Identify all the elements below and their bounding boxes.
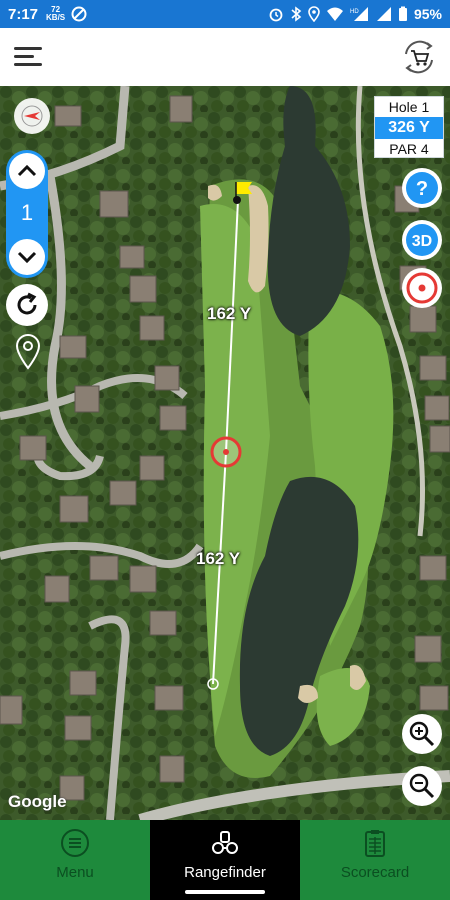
hole-par: PAR 4 (389, 141, 429, 157)
network-speed-unit: KB/S (46, 13, 66, 22)
current-hole-number: 1 (20, 200, 34, 225)
bottom-navigation: Menu Rangefinder Scorecard (0, 820, 450, 900)
nav-rangefinder-label: Rangefinder (184, 864, 266, 881)
3d-view-button[interactable]: 3D (402, 220, 442, 260)
nav-scorecard-label: Scorecard (340, 864, 410, 881)
menu-circle-icon (61, 829, 89, 857)
flag-pin-icon[interactable] (226, 180, 254, 206)
cart-sync-icon (405, 40, 433, 74)
rangefinder-icon (212, 831, 238, 854)
battery-icon (398, 6, 407, 21)
refresh-icon (17, 292, 37, 315)
target-icon (406, 272, 438, 304)
bluetooth-icon (291, 6, 302, 22)
distance-to-pin-label: 162 Y (207, 304, 252, 323)
my-location-button[interactable] (14, 334, 42, 370)
next-hole-button[interactable] (9, 153, 45, 189)
svg-text:3D: 3D (412, 233, 432, 250)
network-speed: 72 KB/S (46, 6, 65, 22)
location-icon (308, 6, 320, 22)
distance-to-target-label: 162 Y (196, 549, 241, 568)
hole-yardage: 326 Y (375, 117, 443, 139)
zoom-out-icon (409, 773, 435, 799)
google-attribution: Google (8, 792, 67, 811)
refresh-button[interactable] (6, 284, 48, 326)
help-button[interactable]: ? (402, 168, 442, 208)
alarm-icon (269, 8, 283, 22)
status-bar: 7:17 72 KB/S HD 95% (0, 0, 450, 28)
signal-icon (376, 7, 391, 21)
zoom-in-icon (409, 721, 435, 747)
battery-percent: 95% (413, 6, 442, 22)
chevron-up-icon (17, 164, 37, 177)
data-saver-icon (71, 6, 87, 22)
signal-hd-icon: HD (350, 7, 368, 21)
hamburger-menu-button[interactable] (12, 42, 46, 72)
nav-scorecard[interactable]: Scorecard (300, 820, 450, 900)
3d-icon: 3D (406, 224, 438, 256)
hole-label: Hole 1 (388, 99, 430, 115)
golf-app-screen: 7:17 72 KB/S HD 95% 162 Y 162 Y 1 Hole 1… (0, 0, 450, 900)
home-indicator[interactable] (185, 890, 265, 894)
chevron-down-icon (17, 251, 37, 264)
wifi-icon (326, 7, 343, 21)
aim-target-marker[interactable] (210, 436, 242, 468)
nav-rangefinder[interactable]: Rangefinder (150, 820, 300, 900)
target-mode-button[interactable] (402, 268, 442, 308)
nav-menu-label: Menu (56, 864, 94, 881)
compass-icon (21, 105, 43, 127)
status-time: 7:17 (8, 5, 39, 23)
svg-text:?: ? (416, 178, 428, 200)
app-bar (0, 28, 450, 86)
location-pin-icon (15, 334, 41, 370)
nav-menu[interactable]: Menu (0, 820, 150, 900)
svg-text:HD: HD (350, 9, 359, 15)
zoom-in-button[interactable] (402, 714, 442, 754)
hole-info-card: Hole 1 326 Y PAR 4 (374, 96, 444, 158)
help-icon: ? (406, 172, 438, 204)
scorecard-icon (365, 830, 385, 857)
previous-hole-button[interactable] (9, 239, 45, 275)
course-map[interactable]: 162 Y 162 Y 1 Hole 1 326 Y PAR 4 ? 3D Go… (0, 86, 450, 820)
hole-stepper: 1 (6, 150, 48, 278)
pro-shop-cart-button[interactable] (398, 36, 440, 78)
hamburger-icon (14, 47, 42, 66)
zoom-out-button[interactable] (402, 766, 442, 806)
compass-button[interactable] (14, 98, 50, 134)
